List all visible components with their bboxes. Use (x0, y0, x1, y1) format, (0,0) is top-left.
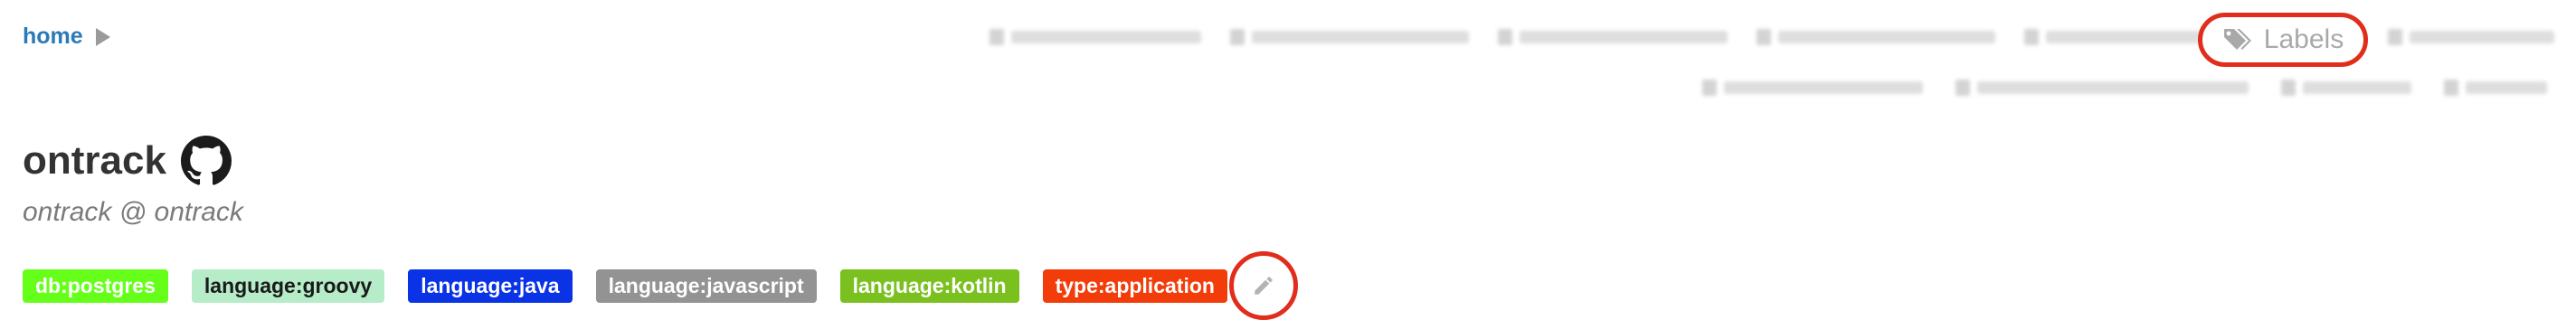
labels-command-button[interactable]: Labels (2198, 13, 2368, 67)
breadcrumb-home-link[interactable]: home (23, 24, 83, 50)
label-badge[interactable]: language:java (408, 268, 573, 303)
blurred-command[interactable] (2281, 80, 2411, 96)
tags-icon (2223, 29, 2251, 50)
blurred-command[interactable] (1956, 80, 2249, 96)
blurred-command-row-2 (1702, 80, 2547, 96)
labels-command-label: Labels (2263, 24, 2344, 54)
blurred-command-row-1b (2388, 29, 2554, 45)
blurred-command[interactable] (1702, 80, 1923, 96)
label-badge[interactable]: language:groovy (191, 268, 385, 303)
label-badge[interactable]: language:javascript (595, 268, 817, 303)
github-icon[interactable] (180, 136, 232, 186)
breadcrumb: home (23, 24, 110, 50)
project-description: ontrack @ ontrack (23, 197, 243, 227)
label-badge[interactable]: language:kotlin (839, 268, 1019, 303)
blurred-command-row-1 (990, 29, 2317, 45)
breadcrumb-separator-icon (95, 27, 110, 46)
pencil-icon (1255, 277, 1273, 295)
page-title: ontrack (23, 136, 232, 186)
edit-labels-button[interactable] (1228, 251, 1298, 320)
blurred-command[interactable] (1757, 29, 1995, 45)
blurred-command[interactable] (2444, 80, 2547, 96)
label-badge[interactable]: type:application (1042, 268, 1227, 303)
label-badge[interactable]: db:postgres (23, 268, 168, 303)
blurred-command[interactable] (1498, 29, 1728, 45)
project-labels: db:postgres language:groovy language:java l… (23, 251, 1298, 320)
blurred-command[interactable] (1230, 29, 1469, 45)
blurred-command[interactable] (2388, 29, 2554, 45)
blurred-command[interactable] (990, 29, 1201, 45)
project-name: ontrack (23, 138, 166, 183)
